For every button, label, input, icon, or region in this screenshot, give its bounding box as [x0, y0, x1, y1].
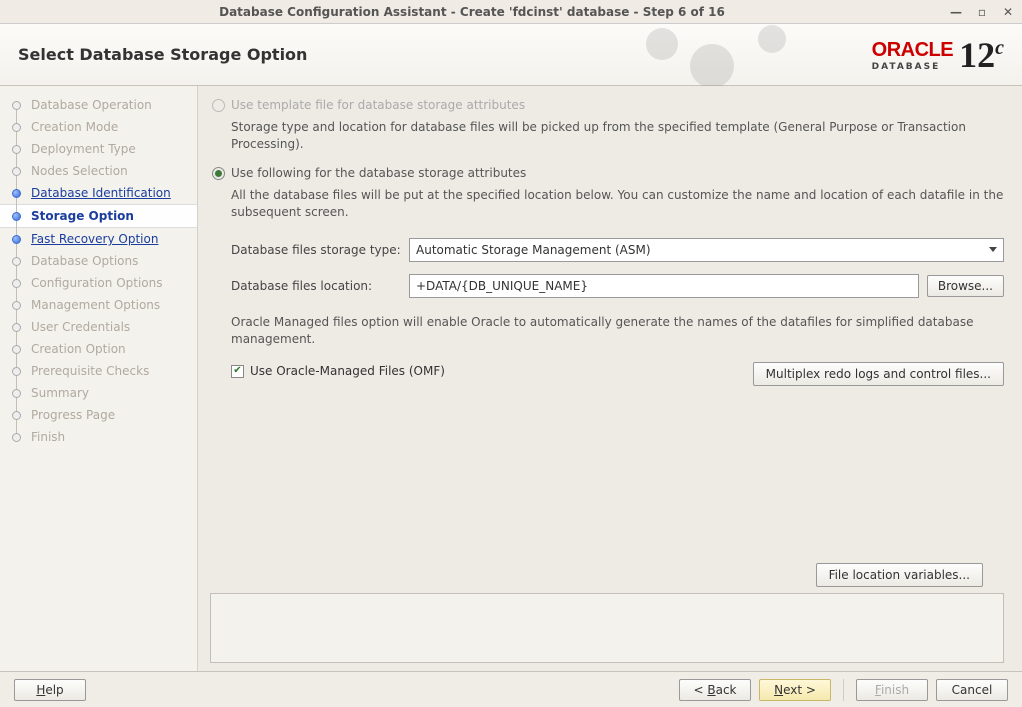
storage-type-value: Automatic Storage Management (ASM): [416, 243, 651, 257]
step-database-options: Database Options: [0, 250, 197, 272]
step-dot-icon: [12, 257, 21, 266]
radio-icon: [212, 99, 225, 112]
step-nodes-selection: Nodes Selection: [0, 160, 197, 182]
header: Select Database Storage Option ORACLE DA…: [0, 24, 1022, 86]
use-following-description: All the database files will be put at th…: [231, 187, 1004, 222]
step-dot-icon: [12, 433, 21, 442]
chevron-down-icon: [989, 247, 997, 252]
main-panel: Use template file for database storage a…: [198, 86, 1022, 671]
radio-use-following-label: Use following for the database storage a…: [231, 166, 526, 180]
step-dot-icon: [12, 123, 21, 132]
step-label: Database Identification: [31, 186, 171, 200]
step-dot-icon: [12, 411, 21, 420]
step-dot-icon: [12, 323, 21, 332]
omf-description: Oracle Managed files option will enable …: [231, 314, 1004, 349]
step-label: Summary: [31, 386, 89, 400]
step-label: Management Options: [31, 298, 160, 312]
radio-use-following[interactable]: Use following for the database storage a…: [212, 166, 1004, 180]
step-database-identification[interactable]: Database Identification: [0, 182, 197, 204]
step-finish: Finish: [0, 426, 197, 448]
wizard-steps-sidebar: Database Operation Creation Mode Deploymen…: [0, 86, 198, 671]
step-label: Fast Recovery Option: [31, 232, 158, 246]
checkbox-icon: [231, 365, 244, 378]
next-button[interactable]: Next >: [759, 679, 831, 701]
window-title: Database Configuration Assistant - Creat…: [6, 5, 938, 19]
finish-button: Finish: [856, 679, 928, 701]
close-icon[interactable]: ✕: [1000, 4, 1016, 20]
step-dot-icon: [12, 389, 21, 398]
version-badge: 12c: [959, 34, 1004, 76]
titlebar: Database Configuration Assistant - Creat…: [0, 0, 1022, 24]
step-label: Creation Option: [31, 342, 126, 356]
page-title: Select Database Storage Option: [18, 45, 307, 64]
radio-use-template-label: Use template file for database storage a…: [231, 98, 525, 112]
step-creation-mode: Creation Mode: [0, 116, 197, 138]
step-database-operation: Database Operation: [0, 94, 197, 116]
files-location-input[interactable]: +DATA/{DB_UNIQUE_NAME}: [409, 274, 919, 298]
oracle-wordmark: ORACLE: [872, 39, 953, 62]
step-fast-recovery-option[interactable]: Fast Recovery Option: [0, 228, 197, 250]
step-dot-icon: [12, 279, 21, 288]
step-dot-icon: [12, 301, 21, 310]
brand-logo: ORACLE DATABASE 12c: [872, 34, 1004, 76]
oracle-subtitle: DATABASE: [872, 62, 953, 72]
file-location-variables-button[interactable]: File location variables...: [816, 563, 983, 587]
storage-type-select[interactable]: Automatic Storage Management (ASM): [409, 238, 1004, 262]
step-label: User Credentials: [31, 320, 130, 334]
browse-button[interactable]: Browse...: [927, 275, 1004, 297]
step-deployment-type: Deployment Type: [0, 138, 197, 160]
radio-icon: [212, 167, 225, 180]
step-dot-icon: [12, 345, 21, 354]
step-dot-icon: [12, 235, 21, 244]
multiplex-button[interactable]: Multiplex redo logs and control files...: [753, 362, 1004, 386]
step-dot-icon: [12, 167, 21, 176]
step-label: Storage Option: [31, 209, 134, 223]
step-dot-icon: [12, 367, 21, 376]
step-summary: Summary: [0, 382, 197, 404]
step-prerequisite-checks: Prerequisite Checks: [0, 360, 197, 382]
step-label: Progress Page: [31, 408, 115, 422]
step-dot-icon: [12, 101, 21, 110]
step-dot-icon: [12, 145, 21, 154]
omf-checkbox-label: Use Oracle-Managed Files (OMF): [250, 364, 445, 378]
back-button[interactable]: < Back: [679, 679, 751, 701]
step-creation-option: Creation Option: [0, 338, 197, 360]
step-progress-page: Progress Page: [0, 404, 197, 426]
minimize-icon[interactable]: —: [948, 4, 964, 20]
step-dot-icon: [12, 189, 21, 198]
step-label: Creation Mode: [31, 120, 118, 134]
step-label: Database Operation: [31, 98, 152, 112]
step-configuration-options: Configuration Options: [0, 272, 197, 294]
step-label: Deployment Type: [31, 142, 136, 156]
step-label: Prerequisite Checks: [31, 364, 149, 378]
step-label: Database Options: [31, 254, 138, 268]
step-label: Finish: [31, 430, 65, 444]
maximize-icon[interactable]: ▫: [974, 4, 990, 20]
storage-type-label: Database files storage type:: [231, 243, 409, 257]
omf-checkbox-row[interactable]: Use Oracle-Managed Files (OMF): [231, 364, 445, 378]
files-location-label: Database files location:: [231, 279, 409, 293]
step-user-credentials: User Credentials: [0, 316, 197, 338]
radio-use-template[interactable]: Use template file for database storage a…: [212, 98, 1004, 112]
use-template-description: Storage type and location for database f…: [231, 119, 1004, 154]
step-management-options: Management Options: [0, 294, 197, 316]
step-storage-option[interactable]: Storage Option: [0, 204, 197, 228]
gears-decoration: [622, 24, 822, 86]
step-dot-icon: [12, 212, 21, 221]
separator: [843, 679, 844, 701]
step-label: Configuration Options: [31, 276, 163, 290]
message-area: [210, 593, 1004, 663]
cancel-button[interactable]: Cancel: [936, 679, 1008, 701]
help-button[interactable]: Help: [14, 679, 86, 701]
step-label: Nodes Selection: [31, 164, 128, 178]
footer: Help < Back Next > Finish Cancel: [0, 671, 1022, 707]
